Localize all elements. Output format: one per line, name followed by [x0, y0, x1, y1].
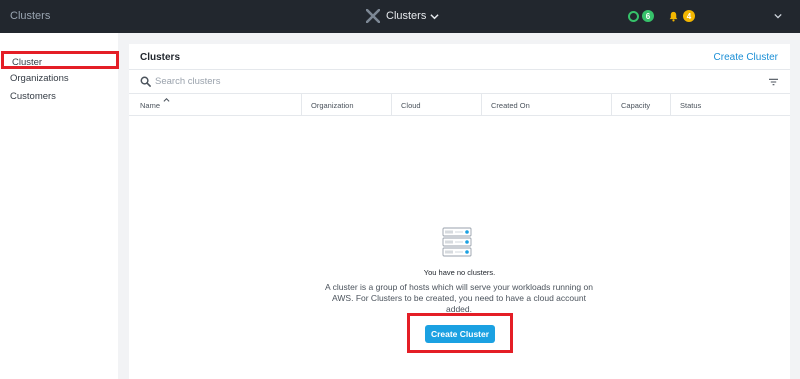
sidebar-item-cluster[interactable]: Cluster [1, 51, 119, 69]
server-stack-icon [442, 227, 472, 257]
search-bar [129, 70, 790, 94]
sidebar-item-organizations[interactable]: Organizations [10, 73, 69, 84]
sidebar-item-customers[interactable]: Customers [10, 91, 56, 102]
app-title: Clusters [10, 10, 51, 22]
column-created-on[interactable]: Created On [481, 94, 611, 116]
app-switcher-title: Clusters [386, 10, 427, 22]
x-logo-icon [366, 9, 380, 23]
column-name[interactable]: Name [140, 94, 300, 116]
chevron-down-icon [430, 13, 439, 19]
health-count-badge: 6 [642, 10, 654, 22]
create-cluster-highlight: Create Cluster [407, 313, 513, 353]
column-capacity[interactable]: Capacity [611, 94, 671, 116]
alerts[interactable]: 4 [668, 10, 695, 22]
clusters-panel: Clusters Create Cluster Name Organizatio… [129, 44, 790, 379]
health-ring-icon [628, 10, 639, 22]
create-cluster-link[interactable]: Create Cluster [714, 52, 778, 63]
column-cloud[interactable]: Cloud [391, 94, 481, 116]
empty-state-title: You have no clusters. [423, 268, 496, 277]
create-cluster-button[interactable]: Create Cluster [425, 325, 495, 343]
sidebar: Cluster Organizations Customers [0, 33, 119, 379]
alerts-count-badge: 4 [683, 10, 695, 22]
health-status[interactable]: 6 [628, 10, 654, 22]
column-status[interactable]: Status [670, 94, 780, 116]
panel-title: Clusters [140, 52, 181, 63]
empty-state-description: A cluster is a group of hosts which will… [325, 282, 593, 314]
search-input[interactable] [155, 74, 655, 89]
column-organization[interactable]: Organization [301, 94, 391, 116]
search-icon [140, 76, 151, 87]
table-header: Name Organization Cloud Created On Capac… [129, 94, 790, 116]
bell-icon [669, 11, 678, 21]
user-menu-chevron-icon[interactable] [774, 12, 782, 20]
sort-icon [163, 98, 170, 102]
column-name-label: Name [140, 101, 161, 110]
filter-icon[interactable] [769, 78, 778, 86]
top-bar: Clusters Clusters 6 4 [0, 0, 800, 33]
app-switcher[interactable]: Clusters [366, 9, 439, 23]
panel-header: Clusters Create Cluster [129, 44, 790, 70]
